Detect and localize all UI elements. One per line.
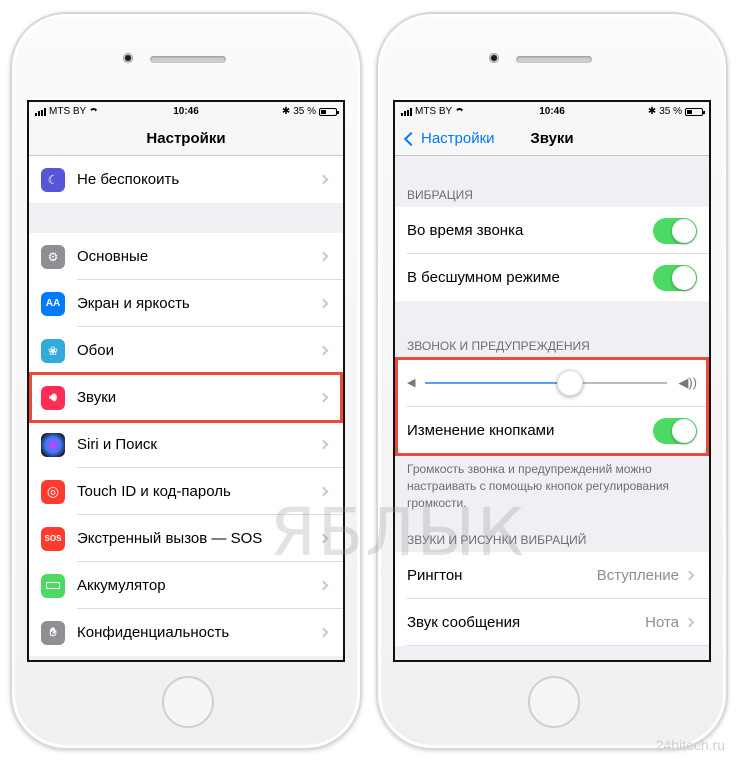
gear-icon: ⚙ [41,244,65,269]
slider-fill [425,382,571,384]
siri-icon [41,432,65,457]
ringer-volume-slider[interactable] [425,370,667,396]
row-label: Экстренный вызов — SOS [77,530,263,547]
vibrate-on-silent-toggle[interactable] [653,264,697,291]
chevron-right-icon [318,580,329,591]
earpiece-speaker [516,56,592,63]
sos-icon: SOS [41,526,65,551]
row-label: В бесшумном режиме [407,269,560,286]
sounds-screen: MTS BY 10:46 ✱ 35 % Настройки Звуки ВИБР… [393,100,711,662]
page-title: Настройки [146,130,226,147]
status-bar: MTS BY 10:46 ✱ 35 % [395,102,709,122]
settings-screen: MTS BY 10:46 ✱ 35 % Настройки ☾ Не беспо… [27,100,345,662]
row-label: Звуки [77,389,117,406]
settings-row-display[interactable]: AA Экран и яркость [29,280,343,327]
settings-row-siri[interactable]: Siri и Поиск [29,421,343,468]
chevron-right-icon [318,439,329,450]
row-label: Основные [77,248,149,265]
phone-right: MTS BY 10:46 ✱ 35 % Настройки Звуки ВИБР… [376,12,728,750]
vibrate-on-ring-toggle[interactable] [653,217,697,244]
row-label: Звук сообщения [407,614,521,631]
battery-percent: 35 % [293,106,316,117]
section-header-ringer: ЗВОНОК И ПРЕДУПРЕЖДЕНИЯ [407,339,590,353]
settings-row-privacy[interactable]: ✋︎ Конфиденциальность [29,609,343,656]
slider-thumb[interactable] [557,370,584,396]
status-bar: MTS BY 10:46 ✱ 35 % [29,102,343,122]
camera [123,53,133,63]
watermark-logo: ЯБЛЫК [270,494,526,571]
phone-left: MTS BY 10:46 ✱ 35 % Настройки ☾ Не беспо… [10,12,362,750]
settings-row-general[interactable]: ⚙ Основные [29,233,343,280]
speaker-icon: 🔊︎ [41,385,65,410]
page-title: Звуки [530,130,574,147]
row-label: Изменение кнопками [407,422,555,439]
navigation-bar: Настройки [29,122,343,156]
bluetooth-icon: ✱ [281,106,291,117]
chevron-right-icon [318,345,329,356]
change-with-buttons-toggle[interactable] [653,417,697,444]
row-label: Экран и яркость [77,295,190,312]
row-ringer-volume: ◀ ◀)) [395,359,709,407]
speaker-low-icon: ◀ [407,377,416,389]
bluetooth-icon: ✱ [647,106,657,117]
chevron-right-icon [318,298,329,309]
settings-row-sounds[interactable]: 🔊︎ Звуки [29,374,343,421]
row-vibrate-on-silent: В бесшумном режиме [395,254,709,301]
battery-percent: 35 % [659,106,682,117]
settings-row-wallpaper[interactable]: ❀ Обои [29,327,343,374]
chevron-right-icon [318,392,329,403]
aa-icon: AA [41,291,65,316]
row-label: Siri и Поиск [77,436,157,453]
battery-icon [685,107,705,116]
hand-icon: ✋︎ [41,620,65,645]
flower-icon: ❀ [41,338,65,363]
site-watermark: 24hitech.ru [655,737,725,753]
chevron-right-icon [684,617,695,628]
row-label: Обои [77,342,114,359]
chevron-right-icon [684,570,695,581]
battery-icon [319,107,339,116]
row-change-with-buttons: Изменение кнопками [395,407,709,454]
row-value: Нота [645,614,679,631]
home-button[interactable] [528,676,580,728]
home-button[interactable] [162,676,214,728]
chevron-right-icon [318,251,329,262]
moon-icon: ☾ [41,167,65,192]
chevron-right-icon [318,174,329,185]
row-text-tone[interactable]: Звук сообщения Нота [395,599,709,646]
section-header-vibration: ВИБРАЦИЯ [407,188,473,202]
speaker-high-icon: ◀)) [678,375,697,390]
navigation-bar: Настройки Звуки [395,122,709,156]
earpiece-speaker [150,56,226,63]
row-label: Во время звонка [407,222,524,239]
chevron-right-icon [318,627,329,638]
row-label: Не беспокоить [77,171,180,188]
fingerprint-icon: ◎ [41,479,65,504]
row-value: Вступление [596,567,679,584]
row-label: Touch ID и код-пароль [77,483,231,500]
row-label: Аккумулятор [77,577,166,594]
settings-row-do-not-disturb[interactable]: ☾ Не беспокоить [29,156,343,203]
battery-icon [41,573,65,598]
camera [489,53,499,63]
row-label: Конфиденциальность [77,624,230,641]
row-vibrate-on-ring: Во время звонка [395,207,709,254]
